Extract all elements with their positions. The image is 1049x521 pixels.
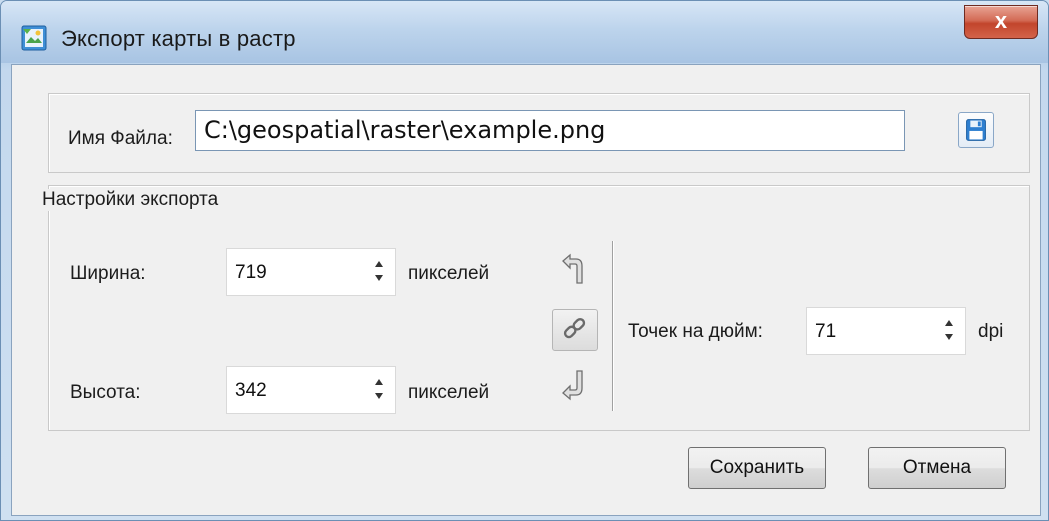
floppy-disk-icon (966, 119, 986, 141)
cancel-button[interactable]: Отмена (868, 447, 1006, 489)
width-spin-arrows[interactable] (375, 257, 387, 287)
width-spinbox[interactable]: 719 (226, 248, 396, 296)
browse-save-button[interactable] (958, 112, 994, 148)
dpi-spin-arrows[interactable] (945, 316, 957, 346)
title-bar[interactable]: Экспорт карты в растр x (1, 1, 1048, 63)
return-arrow-down-icon (562, 370, 583, 401)
dpi-value: 71 (815, 321, 837, 342)
dpi-label: Точек на дюйм: (628, 321, 763, 342)
dpi-unit: dpi (978, 321, 1004, 342)
file-name-input[interactable]: C:\geospatial\raster\example.png (195, 110, 905, 151)
chain-link-icon (563, 317, 586, 339)
height-label: Высота: (70, 382, 141, 403)
width-unit: пикселей (408, 263, 490, 284)
file-name-label: Имя Файла: (68, 128, 173, 149)
close-button[interactable]: x (964, 5, 1038, 39)
height-spinbox[interactable]: 342 (226, 366, 396, 414)
vertical-separator (612, 241, 613, 411)
link-dimensions-button[interactable] (552, 309, 598, 351)
dpi-spinbox[interactable]: 71 (806, 307, 966, 355)
width-label: Ширина: (70, 263, 146, 284)
export-settings-title: Настройки экспорта (42, 189, 223, 211)
width-value: 719 (235, 262, 267, 283)
height-unit: пикселей (408, 382, 490, 403)
height-value: 342 (235, 380, 267, 401)
export-map-icon (21, 25, 47, 51)
height-spin-arrows[interactable] (375, 375, 387, 405)
dialog-body: Имя Файла: C:\geospatial\raster\example.… (11, 64, 1041, 516)
return-arrow-up-icon (562, 253, 583, 284)
export-dialog-window: Экспорт карты в растр x Имя Файла: C:\ge… (0, 0, 1049, 521)
save-button[interactable]: Сохранить (688, 447, 826, 489)
window-title: Экспорт карты в растр (61, 26, 296, 51)
